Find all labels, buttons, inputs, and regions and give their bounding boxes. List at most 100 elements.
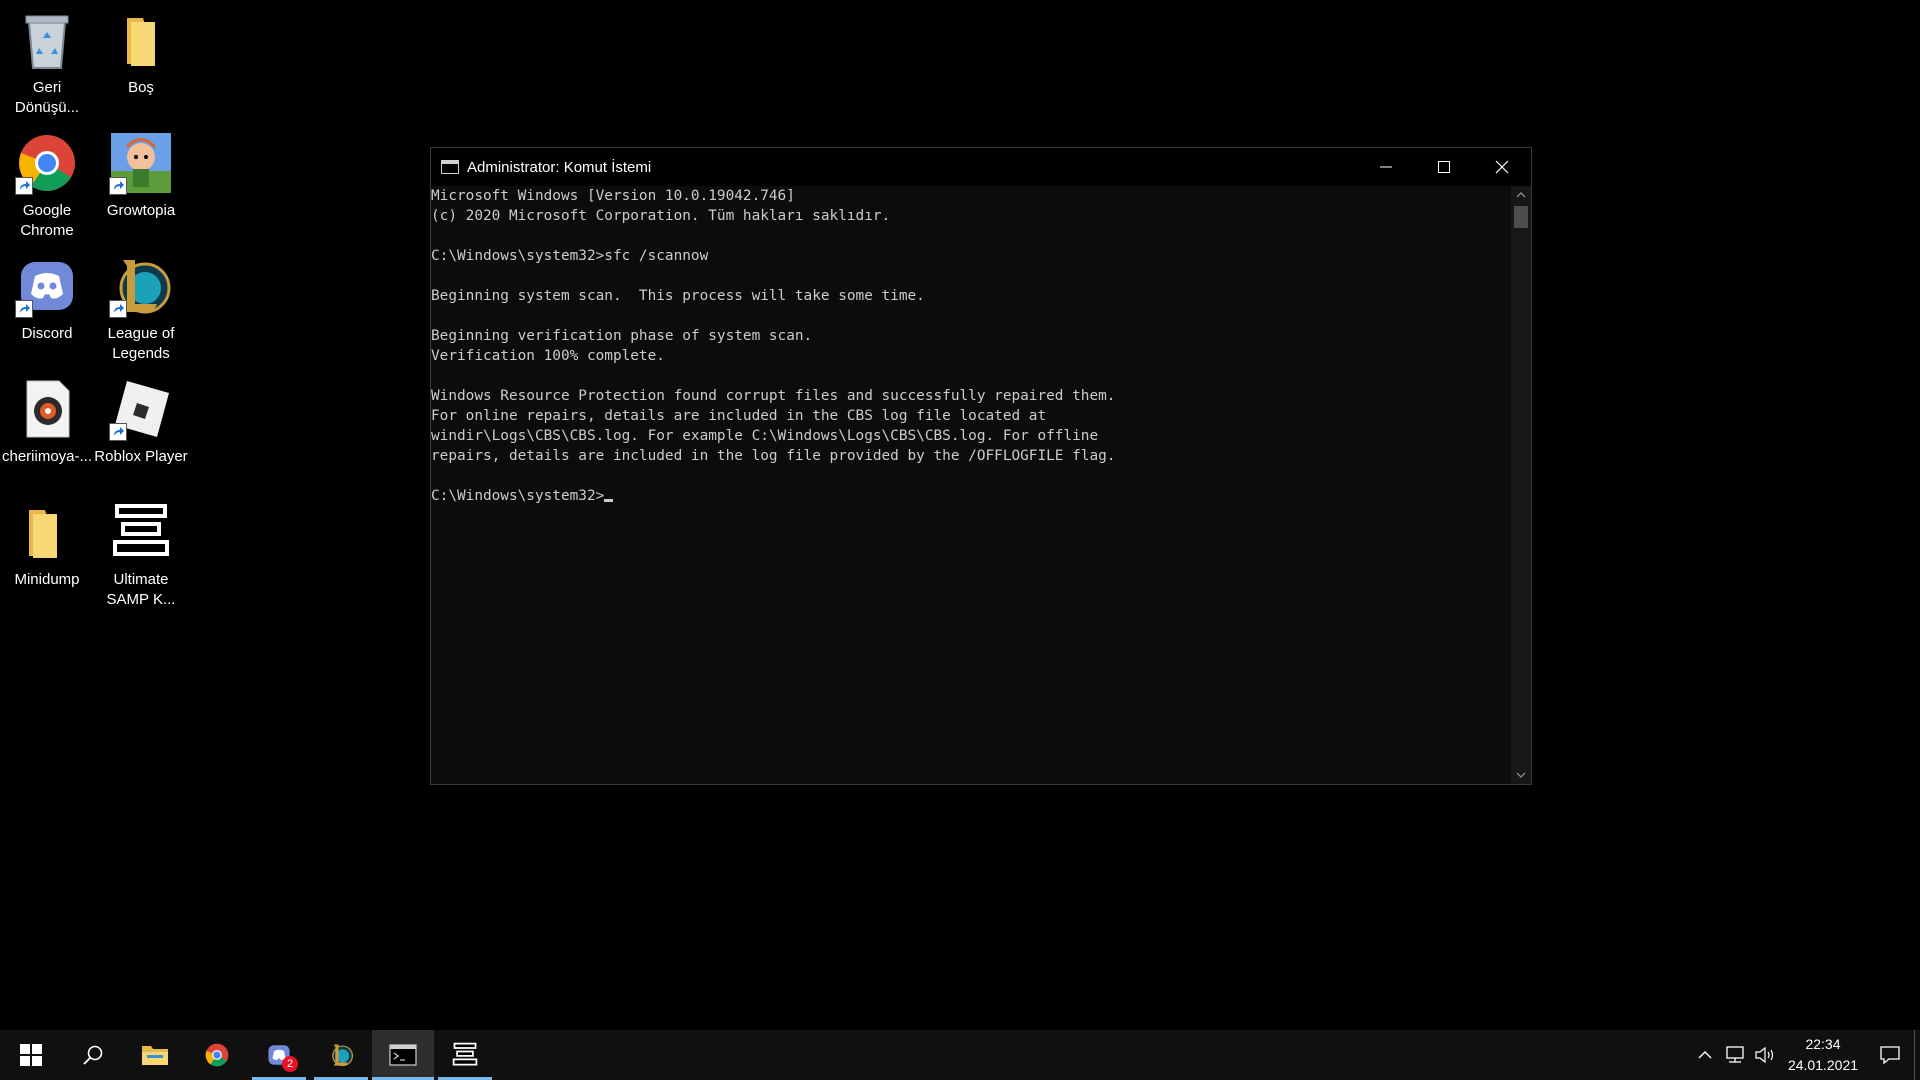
windows-logo-icon	[20, 1044, 42, 1066]
chevron-up-icon	[1516, 192, 1526, 198]
league-of-legends-icon	[109, 254, 173, 318]
console-line: C:\Windows\system32>sfc /scannow	[431, 248, 709, 264]
taskbar-google-chrome[interactable]	[186, 1030, 248, 1080]
taskbar-file-explorer[interactable]	[124, 1030, 186, 1080]
desktop-icon-label: Boş	[128, 79, 154, 96]
console-line: For online repairs, details are included…	[431, 408, 1047, 424]
desktop-icon-label: Geri Dönüşü...	[14, 79, 80, 116]
discord-icon	[15, 254, 79, 318]
console-line: Verification 100% complete.	[431, 348, 665, 364]
growtopia-icon	[109, 131, 173, 195]
console-line: Beginning verification phase of system s…	[431, 328, 813, 344]
console-prompt: C:\Windows\system32>	[431, 488, 605, 504]
system-tray: 22:34 24.01.2021	[1690, 1030, 1920, 1080]
desktop-icon-league-of-legends[interactable]: League of Legends	[94, 248, 188, 366]
shortcut-arrow-icon	[109, 423, 127, 441]
maximize-icon	[1438, 161, 1450, 173]
maximize-button[interactable]	[1415, 148, 1473, 186]
desktop-icon-growtopia[interactable]: Growtopia	[94, 125, 188, 243]
taskbar-command-prompt[interactable]	[372, 1030, 434, 1080]
volume-button[interactable]	[1750, 1030, 1780, 1080]
command-prompt-window[interactable]: Administrator: Komut İstemi Microsoft Wi…	[430, 147, 1532, 785]
command-prompt-icon	[389, 1044, 417, 1066]
desktop-icon-ultimate-samp[interactable]: Ultimate SAMP K...	[94, 494, 188, 612]
desktop-icon-discord[interactable]: Discord	[0, 248, 94, 366]
chevron-down-icon	[1516, 772, 1526, 778]
desktop-icon-bos-folder[interactable]: Boş	[94, 2, 188, 120]
console-output[interactable]: Microsoft Windows [Version 10.0.19042.74…	[431, 186, 1511, 784]
desktop-icon-label: Ultimate SAMP K...	[106, 571, 176, 608]
folder-icon	[109, 8, 173, 72]
vertical-scrollbar[interactable]	[1511, 186, 1531, 784]
taskbar-ultimate-samp[interactable]	[434, 1030, 496, 1080]
notification-badge: 2	[282, 1056, 298, 1072]
action-center-button[interactable]	[1866, 1030, 1914, 1080]
minimize-icon	[1380, 166, 1392, 168]
desktop-icon-minidump-folder[interactable]: Minidump	[0, 494, 94, 612]
close-icon	[1495, 160, 1509, 174]
console-line: repairs, details are included in the log…	[431, 448, 1116, 464]
show-hidden-icons-button[interactable]	[1690, 1030, 1720, 1080]
text-cursor	[604, 499, 614, 502]
shortcut-arrow-icon	[109, 300, 127, 318]
command-prompt-icon[interactable]	[441, 160, 459, 174]
desktop-icon-label: cheriimoya-...	[1, 448, 93, 465]
desktop-icon-label: Roblox Player	[94, 448, 188, 465]
samp-binder-icon	[109, 500, 173, 564]
desktop-icon-roblox-player[interactable]: Roblox Player	[94, 371, 188, 489]
window-titlebar[interactable]: Administrator: Komut İstemi	[431, 148, 1531, 186]
shortcut-arrow-icon	[15, 300, 33, 318]
scroll-down-button[interactable]	[1511, 766, 1531, 784]
desktop-icon-cheriimoya[interactable]: cheriimoya-...	[0, 371, 94, 489]
console-line: windir\Logs\CBS\CBS.log. For example C:\…	[431, 428, 1099, 444]
file-explorer-icon	[142, 1046, 168, 1065]
desktop-icon-label: Growtopia	[106, 202, 176, 219]
notifications-icon	[1880, 1046, 1900, 1065]
console-line: Windows Resource Protection found corrup…	[431, 388, 1116, 404]
taskbar-clock[interactable]: 22:34 24.01.2021	[1780, 1034, 1866, 1076]
chrome-icon	[15, 131, 79, 195]
desktop-icon-label: Discord	[21, 325, 73, 342]
league-of-legends-icon	[332, 1044, 353, 1067]
desktop-icon-recycle-bin[interactable]: Geri Dönüşü...	[0, 2, 94, 120]
taskbar-discord[interactable]: 2	[248, 1030, 310, 1080]
window-controls	[1357, 148, 1531, 186]
console-line: Microsoft Windows [Version 10.0.19042.74…	[431, 188, 795, 204]
media-file-icon	[15, 377, 79, 441]
speaker-icon	[1755, 1046, 1774, 1064]
clock-date: 24.01.2021	[1787, 1057, 1859, 1073]
shortcut-arrow-icon	[15, 177, 33, 195]
console-line: Beginning system scan. This process will…	[431, 288, 925, 304]
shortcut-arrow-icon	[109, 177, 127, 195]
search-icon	[83, 1045, 103, 1065]
minimize-button[interactable]	[1357, 148, 1415, 186]
clock-time: 22:34	[1805, 1036, 1841, 1052]
desktop-icon-label: League of Legends	[107, 325, 175, 362]
scroll-up-button[interactable]	[1511, 186, 1531, 204]
network-button[interactable]	[1720, 1030, 1750, 1080]
scrollbar-thumb[interactable]	[1514, 206, 1528, 228]
taskbar-league-of-legends[interactable]	[310, 1030, 372, 1080]
start-button[interactable]	[0, 1030, 62, 1080]
window-title: Administrator: Komut İstemi	[467, 158, 652, 176]
roblox-icon	[109, 377, 173, 441]
chrome-icon	[205, 1043, 229, 1067]
taskbar: 2 22:34 24.01.2021	[0, 1030, 1920, 1080]
chevron-up-icon	[1698, 1051, 1712, 1059]
network-icon	[1726, 1046, 1744, 1063]
show-desktop-button[interactable]	[1914, 1030, 1920, 1080]
desktop-icon-label: Minidump	[14, 571, 80, 588]
recycle-bin-icon	[15, 8, 79, 72]
search-button[interactable]	[62, 1030, 124, 1080]
desktop-icon-google-chrome[interactable]: Google Chrome	[0, 125, 94, 243]
samp-binder-icon	[452, 1042, 478, 1066]
folder-icon	[15, 500, 79, 564]
console-prompt-line[interactable]: C:\Windows\system32>	[431, 486, 1511, 506]
console-line: (c) 2020 Microsoft Corporation. Tüm hakl…	[431, 208, 891, 224]
close-button[interactable]	[1473, 148, 1531, 186]
